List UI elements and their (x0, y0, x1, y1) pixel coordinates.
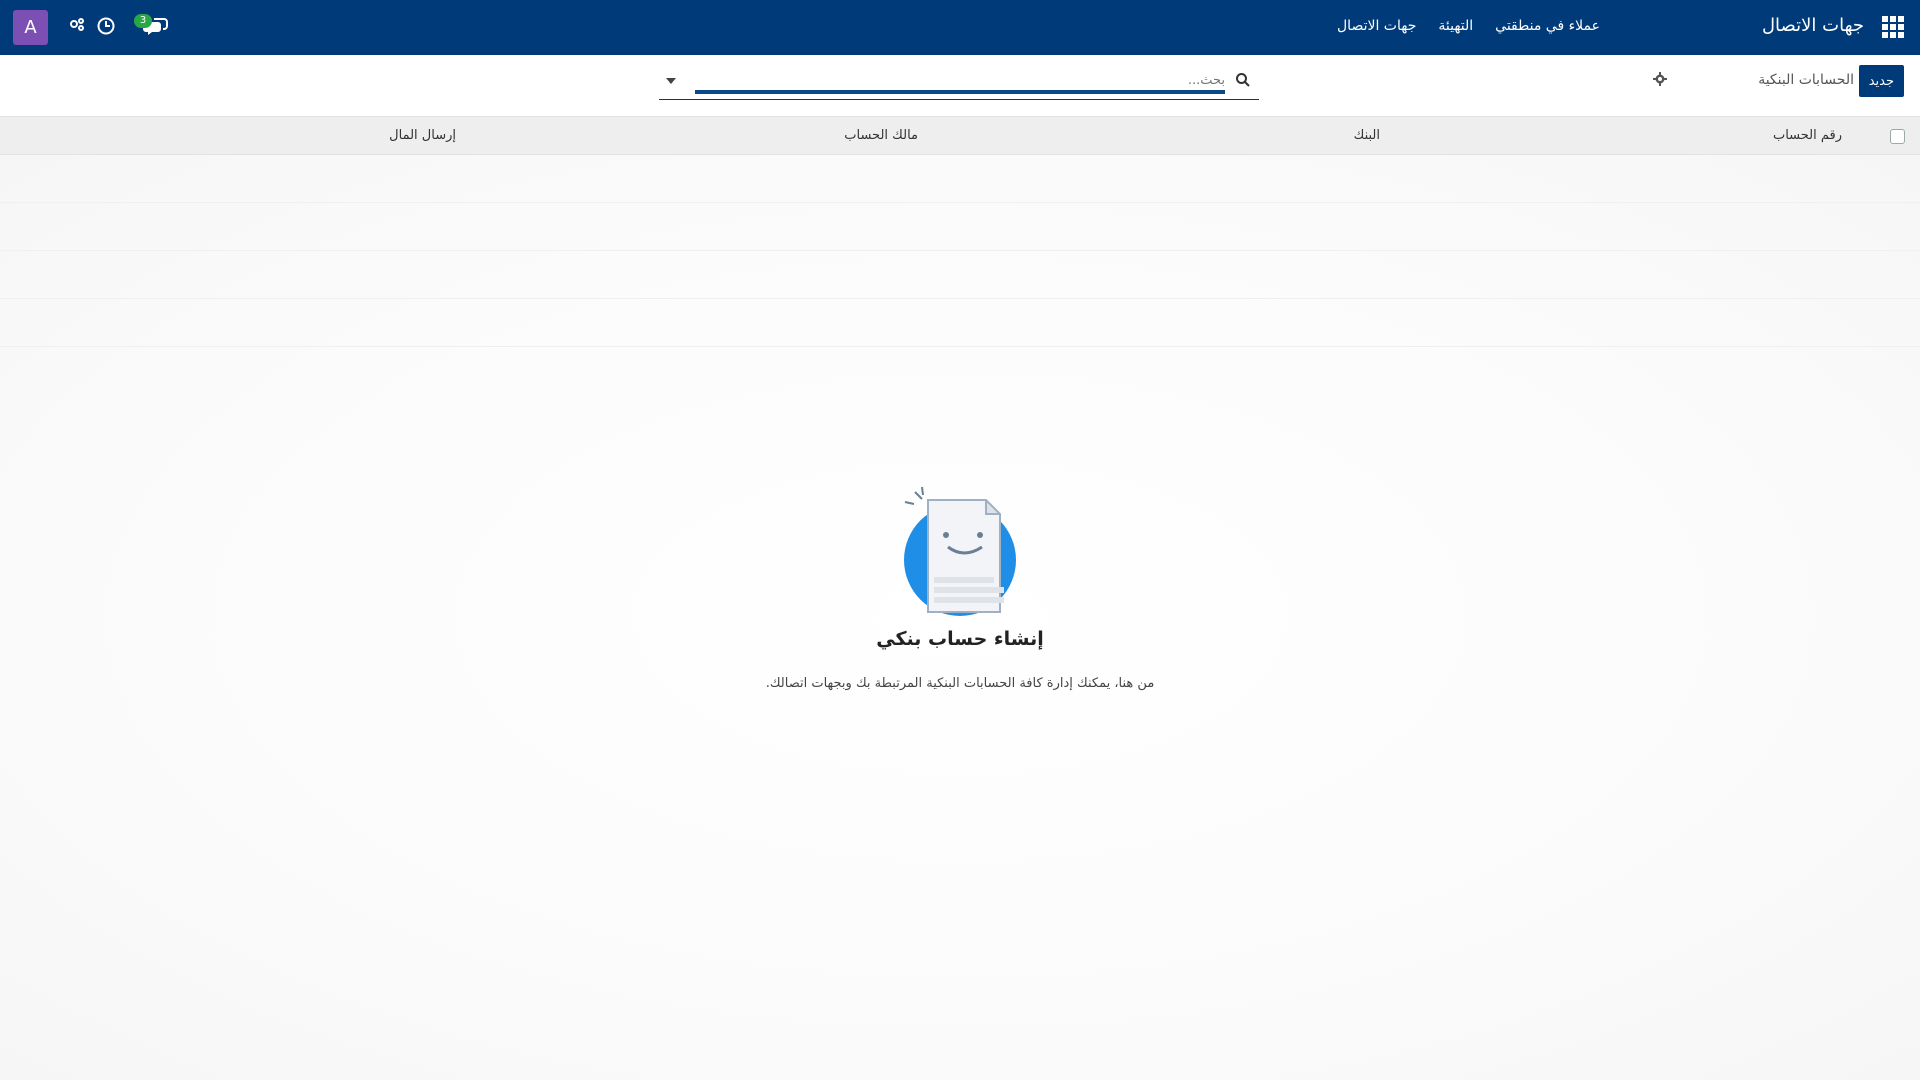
search-input[interactable] (695, 70, 1225, 94)
list-header: رقم الحساب البنك مالك الحساب إرسال المال (0, 117, 1920, 155)
column-account-holder[interactable]: مالك الحساب (844, 128, 918, 143)
new-button[interactable]: جديد (1858, 65, 1904, 97)
top-navbar: جهات الاتصال جهات الاتصال التهيئة عملاء … (0, 0, 1920, 55)
debug-tools-icon[interactable] (68, 16, 88, 36)
breadcrumb: الحسابات البنكية (1758, 72, 1854, 88)
menu-item-customers-in-territory[interactable]: عملاء في منطقتي (1495, 18, 1600, 34)
column-send-money[interactable]: إرسال المال (389, 128, 456, 143)
avatar[interactable]: A (13, 10, 48, 45)
empty-state-text: من هنا، يمكنك إدارة كافة الحسابات البنكي… (765, 676, 1155, 691)
select-all-checkbox[interactable] (1890, 129, 1905, 144)
nav-menu: جهات الاتصال التهيئة عملاء في منطقتي (1337, 18, 1600, 34)
menu-item-configuration[interactable]: التهيئة (1438, 18, 1473, 34)
apps-menu-icon[interactable] (1882, 16, 1904, 38)
menu-item-contacts[interactable]: جهات الاتصال (1337, 18, 1416, 34)
search-bar (659, 64, 1259, 100)
search-options-toggle-icon[interactable] (665, 76, 677, 86)
smiling-document-illustration (904, 486, 1016, 616)
column-account-number[interactable]: رقم الحساب (1773, 128, 1842, 143)
activity-clock-icon[interactable] (96, 16, 116, 36)
chat-counter-badge: 3 (134, 14, 152, 28)
table-row (0, 251, 1920, 299)
app-brand[interactable]: جهات الاتصال (1762, 15, 1864, 36)
search-icon[interactable] (1235, 72, 1251, 88)
table-row (0, 155, 1920, 203)
column-bank[interactable]: البنك (1354, 128, 1380, 143)
empty-state-title: إنشاء حساب بنكي (876, 628, 1044, 650)
gear-icon[interactable] (1653, 72, 1667, 86)
table-row (0, 299, 1920, 347)
table-row (0, 203, 1920, 251)
